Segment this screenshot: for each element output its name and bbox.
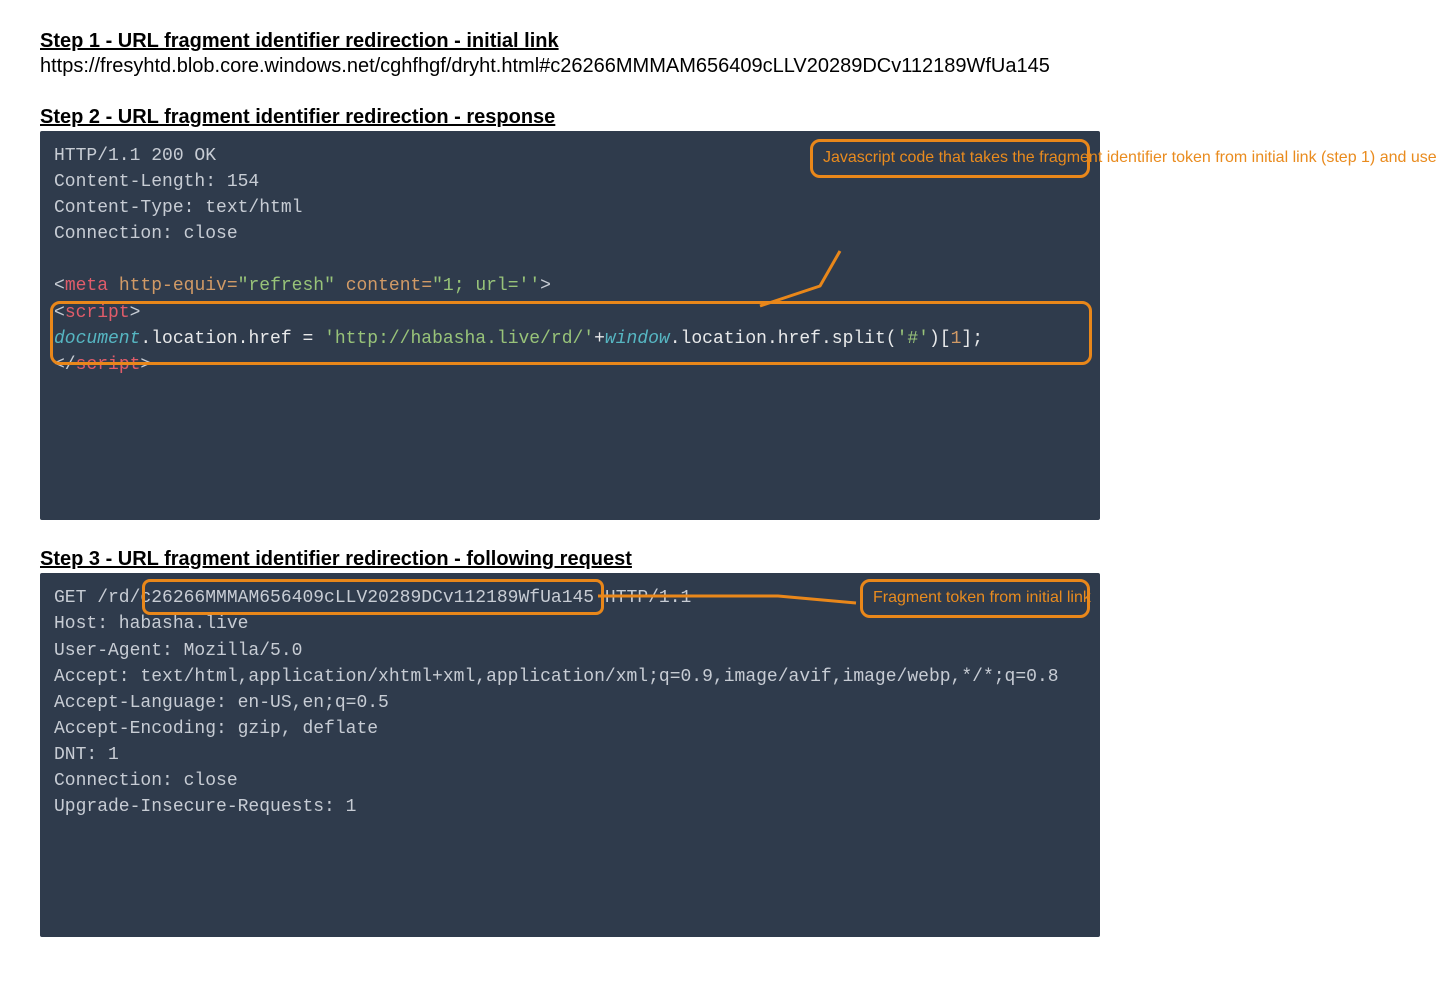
window-object: window <box>605 329 670 349</box>
step3-section: Step 3 - URL fragment identifier redirec… <box>40 548 1400 936</box>
array-index: 1 <box>951 329 962 349</box>
meta-content-value: "1; url='' <box>432 276 540 296</box>
meta-tag: meta <box>65 276 108 296</box>
user-agent-header: User-Agent: Mozilla/5.0 <box>54 641 302 661</box>
step2-callout: Javascript code that takes the fragment … <box>810 139 1090 178</box>
fragment-token: c26266MMMAM656409cLLV20289DCv112189WfUa1… <box>140 588 594 608</box>
step2-section: Step 2 - URL fragment identifier redirec… <box>40 106 1400 520</box>
step3-callout: Fragment token from initial link <box>860 579 1090 618</box>
script-close-tag: script <box>76 355 141 375</box>
redirect-url-string: 'http://habasha.live/rd/' <box>324 329 594 349</box>
script-open-tag: script <box>65 303 130 323</box>
step2-callout-connector <box>760 251 850 311</box>
content-length-header: Content-Length: 154 <box>54 172 259 192</box>
step3-codeblock: GET /rd/c26266MMMAM656409cLLV20289DCv112… <box>40 573 1100 936</box>
get-request-suffix: HTTP/1.1 <box>594 588 691 608</box>
http-status-line: HTTP/1.1 200 OK <box>54 146 216 166</box>
get-request-prefix: GET /rd/ <box>54 588 140 608</box>
accept-header: Accept: text/html,application/xhtml+xml,… <box>54 667 1059 687</box>
meta-refresh-value: "refresh" <box>238 276 335 296</box>
meta-http-equiv-attr: http-equiv= <box>119 276 238 296</box>
hash-string: '#' <box>897 329 929 349</box>
step1-heading: Step 1 - URL fragment identifier redirec… <box>40 30 1400 53</box>
connection-header: Connection: close <box>54 224 238 244</box>
step2-codeblock: HTTP/1.1 200 OK Content-Length: 154 Cont… <box>40 131 1100 520</box>
host-header: Host: habasha.live <box>54 614 248 634</box>
document-object: document <box>54 329 140 349</box>
connection-header-req: Connection: close <box>54 771 238 791</box>
step1-section: Step 1 - URL fragment identifier redirec… <box>40 30 1400 78</box>
dnt-header: DNT: 1 <box>54 745 119 765</box>
step1-url: https://fresyhtd.blob.core.windows.net/c… <box>40 55 1400 78</box>
content-type-header: Content-Type: text/html <box>54 198 302 218</box>
step2-heading: Step 2 - URL fragment identifier redirec… <box>40 106 1400 129</box>
accept-language-header: Accept-Language: en-US,en;q=0.5 <box>54 693 389 713</box>
accept-encoding-header: Accept-Encoding: gzip, deflate <box>54 719 378 739</box>
meta-content-attr: content= <box>346 276 432 296</box>
upgrade-insecure-header: Upgrade-Insecure-Requests: 1 <box>54 797 356 817</box>
step3-heading: Step 3 - URL fragment identifier redirec… <box>40 548 1400 571</box>
